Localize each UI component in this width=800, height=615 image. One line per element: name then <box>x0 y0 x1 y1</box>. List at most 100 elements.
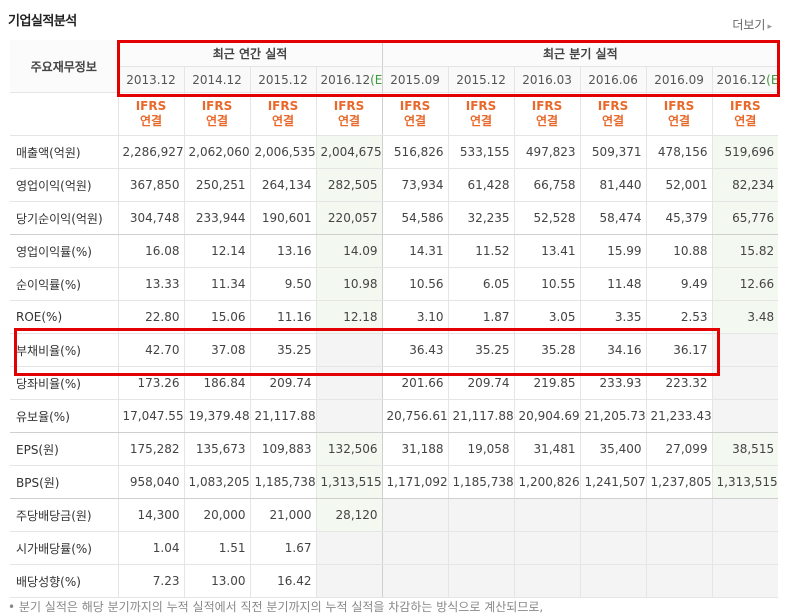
table-cell: 223.32 <box>646 366 713 400</box>
period-header: 2014.12 <box>184 66 251 93</box>
table-cell: 10.88 <box>646 234 713 268</box>
table-cell: 21,117.88 <box>448 399 515 433</box>
period-label: 2016.06 <box>588 72 638 87</box>
table-cell: 19,058 <box>448 432 515 466</box>
table-cell: 282,505 <box>316 168 383 202</box>
more-link[interactable]: 더보기 ▸ <box>732 16 772 33</box>
table-cell: 35.28 <box>514 333 581 367</box>
table-cell: 13.16 <box>250 234 317 268</box>
table-row: 당기순이익(억원) 304,748 233,944 190,601 220,057 54,… <box>10 201 779 235</box>
period-header: 2016.09 <box>646 66 713 93</box>
table-cell: 478,156 <box>646 135 713 169</box>
period-label: 2013.12 <box>126 72 176 87</box>
table-cell: 19,379.48 <box>184 399 251 433</box>
table-row: 시가배당률(%) 1.04 1.51 1.67 <box>10 531 779 565</box>
table-cell: 250,251 <box>184 168 251 202</box>
table-cell: 13.41 <box>514 234 581 268</box>
table-cell <box>382 531 449 565</box>
table-cell: 17,047.55 <box>118 399 185 433</box>
row-label: 영업이익(억원) <box>10 168 119 202</box>
ifrs-top: IFRS <box>135 99 167 113</box>
ifrs-header: IFRS 연결 <box>514 92 581 136</box>
ifrs-bottom: 연결 <box>205 114 229 128</box>
estimate-mark: (E) <box>766 72 779 87</box>
table-cell: 10.98 <box>316 267 383 301</box>
row-label: 주당배당금(원) <box>10 498 119 532</box>
row-label: 유보율(%) <box>10 399 119 433</box>
table-cell: 1,241,507 <box>580 465 647 499</box>
ifrs-header: IFRS 연결 <box>316 92 383 136</box>
table-cell: 220,057 <box>316 201 383 235</box>
table-cell: 16.42 <box>250 564 317 598</box>
period-label: 2015.09 <box>390 72 440 87</box>
table-cell: 61,428 <box>448 168 515 202</box>
ifrs-top: IFRS <box>201 99 233 113</box>
table-cell: 31,188 <box>382 432 449 466</box>
table-cell <box>316 531 383 565</box>
table-cell: 1,200,826 <box>514 465 581 499</box>
ifrs-header: IFRS 연결 <box>382 92 449 136</box>
table-cell <box>514 531 581 565</box>
table-cell: 3.10 <box>382 300 449 334</box>
table-cell: 233,944 <box>184 201 251 235</box>
table-cell: 2,006,535 <box>250 135 317 169</box>
table-cell: 65,776 <box>712 201 779 235</box>
table-cell: 132,506 <box>316 432 383 466</box>
period-header: 2016.03 <box>514 66 581 93</box>
table-cell <box>580 564 647 598</box>
table-cell: 233.93 <box>580 366 647 400</box>
table-row: ROE(%) 22.80 15.06 11.16 12.18 3.10 1.87 3.05 3.… <box>10 300 779 334</box>
section-title: 기업실적분석 <box>8 14 77 29</box>
ifrs-bottom: 연결 <box>602 114 625 128</box>
table-cell: 13.33 <box>118 267 185 301</box>
row-label: 당좌비율(%) <box>10 366 119 400</box>
table-cell: 35.25 <box>250 333 317 367</box>
table-cell: 35.25 <box>448 333 515 367</box>
table-cell: 1,185,738 <box>250 465 317 499</box>
table-cell: 34.16 <box>580 333 647 367</box>
ifrs-top: IFRS <box>597 99 629 113</box>
table-cell: 20,904.69 <box>514 399 581 433</box>
table-cell: 2,062,060 <box>184 135 251 169</box>
table-cell: 28,120 <box>316 498 383 532</box>
table-cell: 54,586 <box>382 201 449 235</box>
period-label: 2016.12 <box>716 72 767 87</box>
table-cell: 66,758 <box>514 168 581 202</box>
table-cell <box>316 366 383 400</box>
table-cell: 16.08 <box>118 234 185 268</box>
row-label: BPS(원) <box>10 465 119 499</box>
table-cell: 533,155 <box>448 135 515 169</box>
table-cell <box>580 531 647 565</box>
ifrs-bottom: 연결 <box>271 114 295 128</box>
period-label: 2014.12 <box>192 72 242 87</box>
table-cell <box>448 498 515 532</box>
table-cell: 20,000 <box>184 498 251 532</box>
table-cell: 190,601 <box>250 201 317 235</box>
table-cell: 14.09 <box>316 234 383 268</box>
table-cell: 109,883 <box>250 432 317 466</box>
ifrs-label-blank <box>10 92 119 136</box>
table-cell: 3.35 <box>580 300 647 334</box>
table-cell: 22.80 <box>118 300 185 334</box>
table-cell: 2.53 <box>646 300 713 334</box>
table-cell: 32,235 <box>448 201 515 235</box>
period-header: 2013.12 <box>118 66 185 93</box>
table-cell <box>712 498 779 532</box>
ifrs-top: IFRS <box>663 99 695 113</box>
table-cell <box>448 564 515 598</box>
table-cell: 135,673 <box>184 432 251 466</box>
table-cell <box>580 498 647 532</box>
table-cell: 1,237,805 <box>646 465 713 499</box>
table-cell: 1,171,092 <box>382 465 449 499</box>
table-cell: 3.48 <box>712 300 779 334</box>
table-cell: 15.99 <box>580 234 647 268</box>
table-cell: 81,440 <box>580 168 647 202</box>
table-cell: 173.26 <box>118 366 185 400</box>
ifrs-header: IFRS 연결 <box>118 92 185 136</box>
table-cell: 497,823 <box>514 135 581 169</box>
table-cell: 3.05 <box>514 300 581 334</box>
table-cell: 6.05 <box>448 267 515 301</box>
period-header: 2016.12(E) <box>316 66 383 93</box>
annual-group-header: 최근 연간 실적 <box>118 40 383 67</box>
table-cell: 9.50 <box>250 267 317 301</box>
